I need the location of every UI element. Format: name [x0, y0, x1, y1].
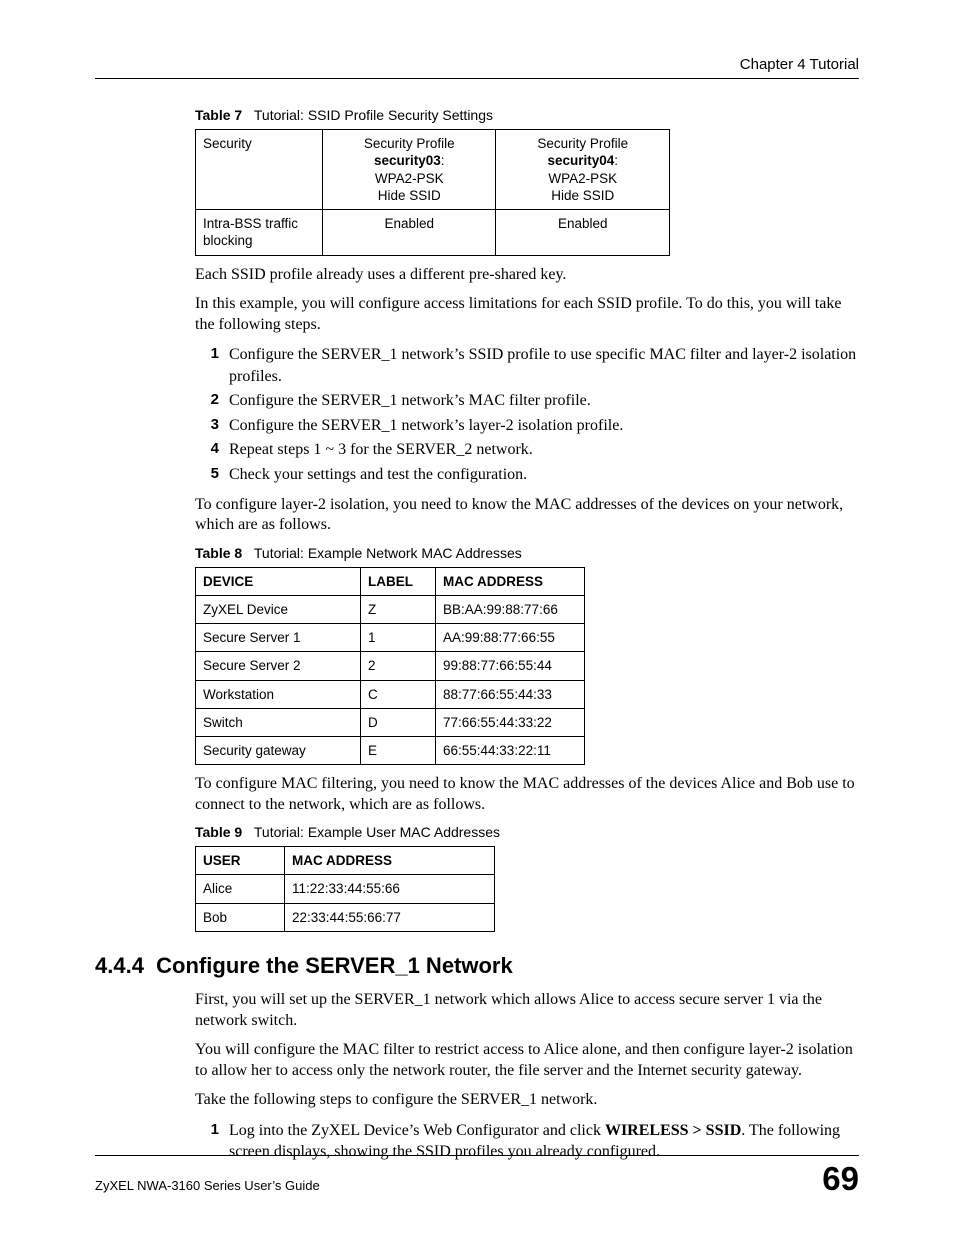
cell: Intra-BSS traffic blocking: [196, 210, 323, 256]
steps-list-1: 1Configure the SERVER_1 network’s SSID p…: [195, 344, 859, 486]
list-item: 3Configure the SERVER_1 network’s layer-…: [195, 415, 859, 437]
section-content: First, you will set up the SERVER_1 netw…: [195, 990, 859, 1163]
paragraph: First, you will set up the SERVER_1 netw…: [195, 990, 859, 1031]
table-row: Security gatewayE66:55:44:33:22:11: [196, 737, 585, 765]
paragraph: Take the following steps to configure th…: [195, 1090, 859, 1110]
table7-caption: Table 7 Tutorial: SSID Profile Security …: [195, 107, 859, 125]
table-row: Alice11:22:33:44:55:66: [196, 875, 495, 903]
table9-caption: Table 9 Tutorial: Example User MAC Addre…: [195, 824, 859, 842]
table8-caption-title: Tutorial: Example Network MAC Addresses: [254, 545, 522, 561]
cell: Security Profile security03: WPA2-PSK Hi…: [322, 130, 496, 210]
paragraph: To configure layer-2 isolation, you need…: [195, 495, 859, 536]
table8-caption: Table 8 Tutorial: Example Network MAC Ad…: [195, 545, 859, 563]
table-row: ZyXEL DeviceZBB:AA:99:88:77:66: [196, 595, 585, 623]
cell: Enabled: [496, 210, 670, 256]
list-item: 4Repeat steps 1 ~ 3 for the SERVER_2 net…: [195, 439, 859, 461]
table8-caption-label: Table 8: [195, 545, 242, 561]
table-row: Intra-BSS traffic blocking Enabled Enabl…: [196, 210, 670, 256]
chapter-header: Chapter 4 Tutorial: [95, 55, 859, 74]
paragraph: Each SSID profile already uses a differe…: [195, 265, 859, 285]
list-item: 2Configure the SERVER_1 network’s MAC fi…: [195, 390, 859, 412]
paragraph: In this example, you will configure acce…: [195, 294, 859, 335]
paragraph: To configure MAC filtering, you need to …: [195, 774, 859, 815]
table7-caption-label: Table 7: [195, 107, 242, 123]
table9-caption-label: Table 9: [195, 824, 242, 840]
table-row: DEVICE LABEL MAC ADDRESS: [196, 567, 585, 595]
paragraph: You will configure the MAC filter to res…: [195, 1040, 859, 1081]
list-item: 5Check your settings and test the config…: [195, 464, 859, 486]
footer-rule: [95, 1155, 859, 1156]
section-number: 4.4.4: [95, 953, 144, 978]
col-header: MAC ADDRESS: [436, 567, 585, 595]
page-footer: ZyXEL NWA-3160 Series User’s Guide 69: [95, 1155, 859, 1195]
section-title: Configure the SERVER_1 Network: [156, 953, 513, 978]
page-number: 69: [822, 1162, 859, 1195]
table7: Security Security Profile security03: WP…: [195, 129, 670, 256]
table-row: Security Security Profile security03: WP…: [196, 130, 670, 210]
table-row: SwitchD77:66:55:44:33:22: [196, 708, 585, 736]
col-header: LABEL: [361, 567, 436, 595]
list-item: 1Configure the SERVER_1 network’s SSID p…: [195, 344, 859, 387]
header-rule: [95, 78, 859, 79]
table-row: USER MAC ADDRESS: [196, 847, 495, 875]
table8: DEVICE LABEL MAC ADDRESS ZyXEL DeviceZBB…: [195, 567, 585, 766]
guide-title: ZyXEL NWA-3160 Series User’s Guide: [95, 1178, 320, 1195]
section-heading: 4.4.4 Configure the SERVER_1 Network: [95, 952, 859, 980]
cell: Enabled: [322, 210, 496, 256]
cell: Security: [196, 130, 323, 210]
col-header: DEVICE: [196, 567, 361, 595]
table-row: Secure Server 11AA:99:88:77:66:55: [196, 624, 585, 652]
cell: Security Profile security04: WPA2-PSK Hi…: [496, 130, 670, 210]
col-header: USER: [196, 847, 285, 875]
table7-caption-title: Tutorial: SSID Profile Security Settings: [254, 107, 493, 123]
col-header: MAC ADDRESS: [285, 847, 495, 875]
table-row: Bob22:33:44:55:66:77: [196, 903, 495, 931]
table9: USER MAC ADDRESS Alice11:22:33:44:55:66 …: [195, 846, 495, 932]
page-content: Table 7 Tutorial: SSID Profile Security …: [195, 107, 859, 932]
table-row: WorkstationC88:77:66:55:44:33: [196, 680, 585, 708]
table9-caption-title: Tutorial: Example User MAC Addresses: [254, 824, 500, 840]
table-row: Secure Server 2299:88:77:66:55:44: [196, 652, 585, 680]
